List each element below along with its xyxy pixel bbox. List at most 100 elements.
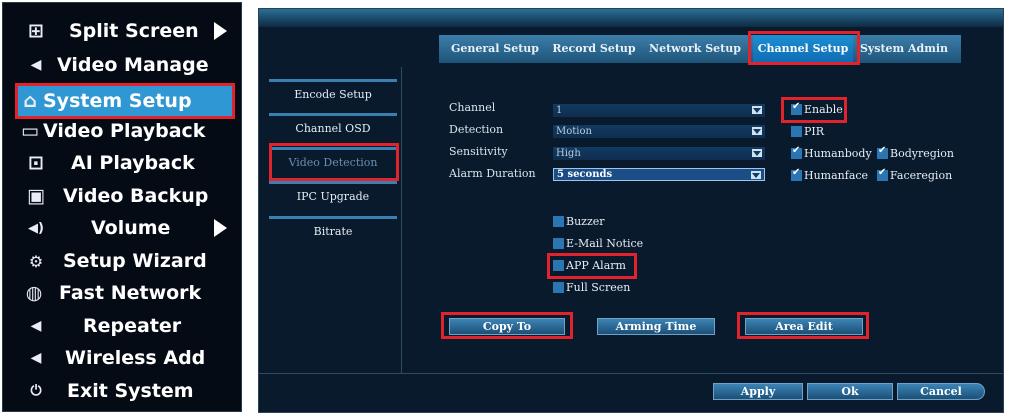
ai-playback-icon: ⊡ — [28, 152, 44, 174]
menu-item-label: Exit System — [67, 380, 194, 402]
menu-item-ai-playback[interactable]: ⊡ AI Playback — [3, 147, 243, 179]
main-menu: ⊞ Split Screen ◀ Video Manage ⌂ System S… — [2, 2, 242, 412]
sidebar-item-encode-setup[interactable]: Encode Setup — [269, 79, 397, 107]
sidebar-divider — [401, 67, 402, 373]
apply-button[interactable]: Apply — [713, 383, 803, 400]
checkbox-icon — [877, 145, 888, 159]
menu-item-label: Fast Network — [59, 282, 202, 304]
camera-icon: ◀ — [30, 350, 42, 366]
full-screen-label: Full Screen — [566, 281, 631, 294]
channel-setup-dialog: General Setup Record Setup Network Setup… — [258, 8, 1004, 413]
grid-icon: ⊞ — [28, 20, 44, 42]
sidebar-item-channel-osd[interactable]: Channel OSD — [269, 113, 397, 141]
chevron-down-icon — [752, 149, 762, 157]
email-notice-label: E-Mail Notice — [566, 237, 644, 250]
menu-item-label: Split Screen — [69, 20, 199, 42]
alarm-duration-select[interactable]: 5 seconds — [553, 168, 765, 181]
menu-item-wireless-add[interactable]: ◀ Wireless Add — [3, 342, 243, 374]
humanbody-label: Humanbody — [804, 147, 872, 160]
menu-item-exit-system[interactable]: ⏻ Exit System — [3, 375, 243, 407]
pir-checkbox[interactable]: PIR — [791, 125, 824, 138]
menu-item-fast-network[interactable]: ◍ Fast Network — [3, 277, 243, 309]
menu-item-label: Volume — [91, 217, 171, 239]
humanface-checkbox[interactable]: Humanface — [791, 167, 869, 182]
humanbody-checkbox[interactable]: Humanbody — [791, 145, 872, 160]
sidebar-item-bitrate[interactable]: Bitrate — [269, 216, 397, 244]
bodyregion-label: Bodyregion — [890, 147, 954, 160]
chevron-down-icon — [752, 106, 762, 114]
tab-bar: General Setup Record Setup Network Setup… — [439, 35, 961, 63]
title-bar — [259, 9, 1003, 27]
faceregion-checkbox[interactable]: Faceregion — [877, 167, 953, 182]
checkbox-icon — [791, 126, 802, 137]
menu-item-label: Video Manage — [57, 54, 209, 76]
app-alarm-highlight — [547, 253, 637, 279]
tab-general-setup[interactable]: General Setup — [447, 35, 543, 63]
copy-to-highlight — [441, 312, 573, 339]
menu-item-video-manage[interactable]: ◀ Video Manage — [3, 49, 243, 81]
menu-item-label: Repeater — [83, 315, 182, 337]
arming-time-button[interactable]: Arming Time — [597, 318, 715, 335]
bodyregion-checkbox[interactable]: Bodyregion — [877, 145, 954, 160]
sidebar-item-ipc-upgrade[interactable]: IPC Upgrade — [269, 181, 397, 209]
email-notice-checkbox[interactable]: E-Mail Notice — [553, 237, 643, 250]
menu-item-repeater[interactable]: ◀ Repeater — [3, 310, 243, 342]
alarm-duration-label: Alarm Duration — [449, 167, 536, 180]
menu-item-label: Setup Wizard — [63, 250, 207, 272]
wizard-icon: ⚙ — [28, 251, 44, 271]
camera-icon: ◀ — [30, 57, 42, 73]
detection-select[interactable]: Motion — [553, 125, 765, 138]
channel-setup-highlight — [748, 31, 860, 65]
camera-icon: ◀ — [30, 318, 42, 334]
channel-select[interactable]: 1 — [553, 104, 765, 117]
globe-icon: ◍ — [25, 282, 43, 304]
tab-system-admin[interactable]: System Admin — [855, 35, 953, 63]
menu-item-label: Video Backup — [63, 185, 209, 207]
full-screen-checkbox[interactable]: Full Screen — [553, 281, 630, 294]
video-detection-highlight — [269, 143, 399, 181]
sensitivity-value: High — [556, 148, 581, 159]
checkbox-icon — [791, 145, 802, 159]
chevron-down-icon — [752, 127, 762, 135]
detection-value: Motion — [556, 126, 592, 137]
footer-divider — [259, 373, 1003, 374]
menu-item-video-backup[interactable]: ▣ Video Backup — [3, 180, 243, 212]
faceregion-label: Faceregion — [890, 169, 953, 182]
save-icon: ▣ — [27, 185, 45, 207]
system-setup-highlight — [15, 83, 235, 119]
checkbox-icon — [791, 167, 802, 181]
detection-label: Detection — [449, 123, 504, 136]
buzzer-label: Buzzer — [566, 215, 605, 228]
video-icon: ▭ — [21, 120, 39, 142]
ok-button[interactable]: Ok — [807, 383, 893, 400]
channel-value: 1 — [556, 105, 563, 116]
checkbox-icon — [553, 282, 564, 293]
cancel-button[interactable]: Cancel — [897, 383, 985, 400]
enable-highlight — [781, 97, 847, 123]
menu-item-split-screen[interactable]: ⊞ Split Screen — [3, 15, 243, 47]
power-icon: ⏻ — [30, 383, 42, 399]
checkbox-icon — [877, 167, 888, 181]
submenu-arrow-icon — [214, 219, 227, 237]
area-edit-highlight — [737, 312, 869, 339]
submenu-arrow-icon — [214, 22, 227, 40]
checkbox-icon — [553, 216, 564, 227]
pir-label: PIR — [804, 125, 825, 138]
menu-item-video-playback[interactable]: ▭ Video Playback — [3, 115, 243, 147]
buzzer-checkbox[interactable]: Buzzer — [553, 215, 605, 228]
alarm-duration-value: 5 seconds — [557, 169, 613, 180]
sensitivity-select[interactable]: High — [553, 147, 765, 160]
menu-item-label: Wireless Add — [65, 347, 206, 369]
checkbox-icon — [553, 238, 564, 249]
menu-item-setup-wizard[interactable]: ⚙ Setup Wizard — [3, 245, 243, 277]
tab-record-setup[interactable]: Record Setup — [547, 35, 641, 63]
volume-icon: ◀) — [28, 220, 44, 236]
menu-item-label: AI Playback — [71, 152, 195, 174]
menu-item-label: Video Playback — [43, 120, 206, 142]
menu-item-volume[interactable]: ◀) Volume — [3, 212, 243, 244]
humanface-label: Humanface — [804, 169, 869, 182]
channel-label: Channel — [449, 101, 496, 114]
sensitivity-label: Sensitivity — [449, 145, 508, 158]
tab-network-setup[interactable]: Network Setup — [643, 35, 747, 63]
chevron-down-icon — [751, 171, 761, 179]
